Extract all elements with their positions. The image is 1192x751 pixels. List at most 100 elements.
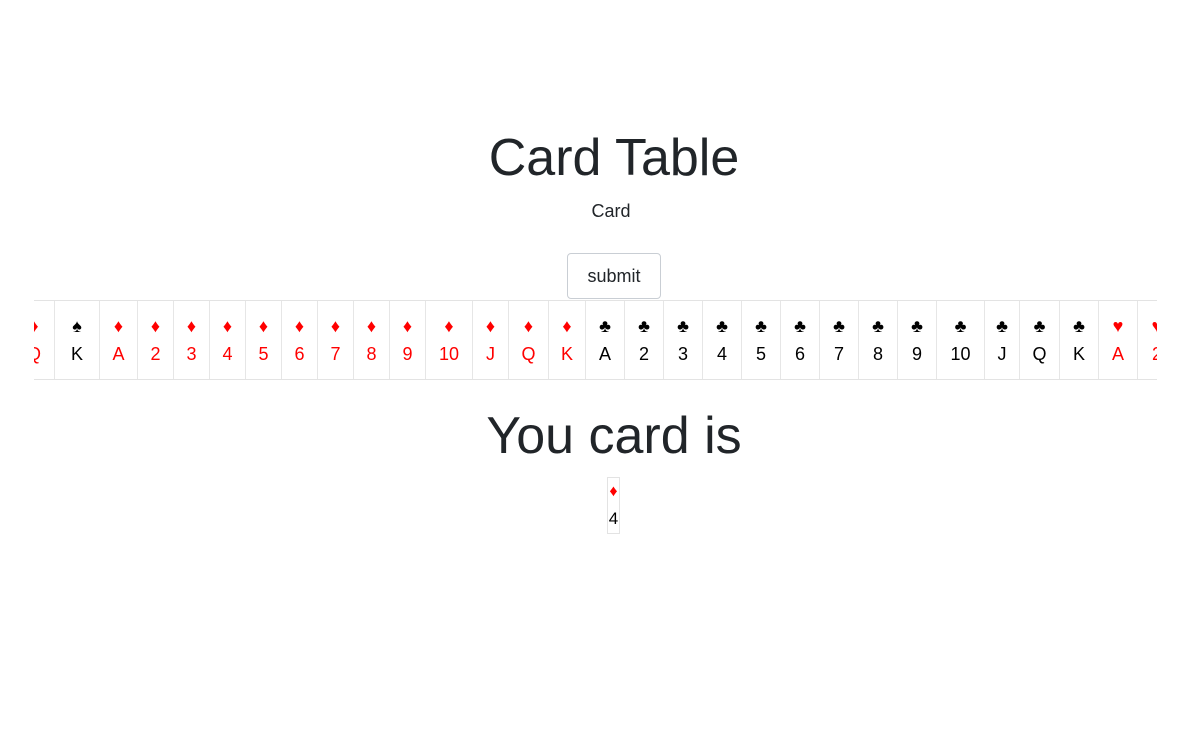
card-rank: 10	[438, 344, 460, 364]
card-suit-icon: ♣	[716, 316, 728, 336]
card-rank: K	[560, 344, 573, 364]
card-suit-icon: ♦	[402, 316, 413, 336]
card-rank: 5	[258, 344, 269, 364]
deck-card[interactable]: ♣ 8	[859, 301, 898, 379]
card-suit-icon: ♥	[1112, 316, 1124, 336]
card-suit-icon: ♣	[794, 316, 806, 336]
card-rank: J	[486, 344, 495, 364]
submit-button[interactable]: submit	[567, 253, 661, 299]
deck-card[interactable]: ♣ Q	[1020, 301, 1060, 379]
card-rank: 7	[330, 344, 341, 364]
card-suit-icon: ♠	[72, 316, 82, 336]
card-suit-icon: ♣	[1073, 316, 1085, 336]
deck-card[interactable]: ♣ 6	[781, 301, 820, 379]
card-rank: 2	[638, 344, 649, 364]
card-suit-icon: ♣	[833, 316, 845, 336]
card-deck-strip[interactable]: ♦Q♠K♦A♦2♦3♦4♦5♦6♦7♦8♦9♦10♦J♦Q♦K♣A♣2♣3♣4♣…	[34, 300, 1157, 380]
deck-card[interactable]: ♣ 7	[820, 301, 859, 379]
page: Card Table Card submit ♦Q♠K♦A♦2♦3♦4♦5♦6♦…	[0, 0, 1192, 751]
card-suit-icon: ♦	[150, 316, 161, 336]
deck-card[interactable]: ♥2	[1138, 301, 1157, 379]
deck-card[interactable]: ♦ 8	[354, 301, 390, 379]
deck-card[interactable]: ♣ 10	[937, 301, 985, 379]
card-rank: 5	[755, 344, 766, 364]
card-rank: A	[598, 344, 611, 364]
card-suit-icon: ♦	[523, 316, 534, 336]
deck-card[interactable]: ♦ 4	[210, 301, 246, 379]
card-suit-icon: ♦	[294, 316, 305, 336]
card-suit-icon: ♣	[599, 316, 611, 336]
deck-card[interactable]: ♣ K	[1060, 301, 1099, 379]
card-rank: K	[1072, 344, 1085, 364]
deck-card[interactable]: ♣ J	[985, 301, 1020, 379]
card-suit-icon: ♣	[755, 316, 767, 336]
card-rank: A	[1111, 344, 1124, 364]
card-rank: 4	[716, 344, 727, 364]
deck-card[interactable]: ♦ 6	[282, 301, 318, 379]
deck-card[interactable]: ♣ 3	[664, 301, 703, 379]
card-suit-icon: ♦	[330, 316, 341, 336]
card-rank: 3	[186, 344, 197, 364]
selected-card-rank: 4	[608, 509, 619, 528]
deck-card[interactable]: ♦ 10	[426, 301, 473, 379]
card-field-label: Card	[591, 201, 631, 221]
card-rank: Q	[1032, 344, 1047, 364]
card-suit-icon: ♦	[113, 316, 124, 336]
card-rank: 9	[402, 344, 413, 364]
deck-card[interactable]: ♦ J	[473, 301, 509, 379]
selected-card-suit-icon: ♦	[609, 483, 618, 500]
card-rank: 10	[950, 344, 971, 364]
card-suit-icon: ♦	[562, 316, 572, 336]
card-suit-icon: ♥	[1138, 316, 1157, 336]
card-suit-icon: ♣	[872, 316, 884, 336]
card-rank: 8	[366, 344, 377, 364]
deck-card[interactable]: ♦ A	[100, 301, 138, 379]
deck-card[interactable]: ♦ 7	[318, 301, 354, 379]
card-rank: 4	[222, 344, 233, 364]
card-suit-icon: ♦	[222, 316, 233, 336]
deck-card[interactable]: ♦ 2	[138, 301, 174, 379]
card-suit-icon: ♣	[1033, 316, 1046, 336]
deck-card[interactable]: ♥ A	[1099, 301, 1138, 379]
deck-card[interactable]: ♣ A	[586, 301, 625, 379]
deck-card[interactable]: ♦ 9	[390, 301, 426, 379]
deck-card[interactable]: ♦Q	[34, 301, 55, 379]
deck-card[interactable]: ♣ 4	[703, 301, 742, 379]
deck-card[interactable]: ♣ 5	[742, 301, 781, 379]
card-suit-icon: ♣	[638, 316, 650, 336]
card-suit-icon: ♣	[996, 316, 1008, 336]
card-suit-icon: ♣	[954, 316, 967, 336]
card-rank: 6	[294, 344, 305, 364]
card-rank: J	[997, 344, 1007, 364]
card-suit-icon: ♦	[366, 316, 377, 336]
card-rank: K	[70, 344, 83, 364]
deck-card[interactable]: ♣ 2	[625, 301, 664, 379]
deck-card[interactable]: ♠ K	[55, 301, 100, 379]
card-suit-icon: ♦	[186, 316, 197, 336]
card-rank: Q	[521, 344, 536, 364]
card-rank: Q	[34, 343, 54, 365]
card-rank: 8	[872, 344, 883, 364]
deck-card[interactable]: ♦ 3	[174, 301, 210, 379]
card-rank: 3	[677, 344, 688, 364]
card-rank: 2	[150, 344, 161, 364]
card-suit-icon: ♦	[258, 316, 269, 336]
deck-card[interactable]: ♣ 9	[898, 301, 937, 379]
card-suit-icon: ♦	[444, 316, 454, 336]
card-rank: A	[112, 344, 125, 364]
card-rank: 2	[1138, 343, 1157, 365]
selected-card: ♦ 4	[607, 477, 620, 534]
card-deck-row: ♦Q♠K♦A♦2♦3♦4♦5♦6♦7♦8♦9♦10♦J♦Q♦K♣A♣2♣3♣4♣…	[34, 301, 1157, 379]
deck-card[interactable]: ♦ K	[549, 301, 586, 379]
card-suit-icon: ♦	[485, 316, 496, 336]
page-title: Card Table	[488, 129, 740, 187]
card-rank: 6	[794, 344, 805, 364]
card-suit-icon: ♦	[34, 316, 54, 336]
card-rank: 7	[833, 344, 844, 364]
card-suit-icon: ♣	[677, 316, 689, 336]
result-title: You card is	[486, 407, 742, 465]
deck-card[interactable]: ♦ 5	[246, 301, 282, 379]
deck-card[interactable]: ♦Q	[509, 301, 549, 379]
card-suit-icon: ♣	[911, 316, 923, 336]
card-rank: 9	[911, 344, 922, 364]
